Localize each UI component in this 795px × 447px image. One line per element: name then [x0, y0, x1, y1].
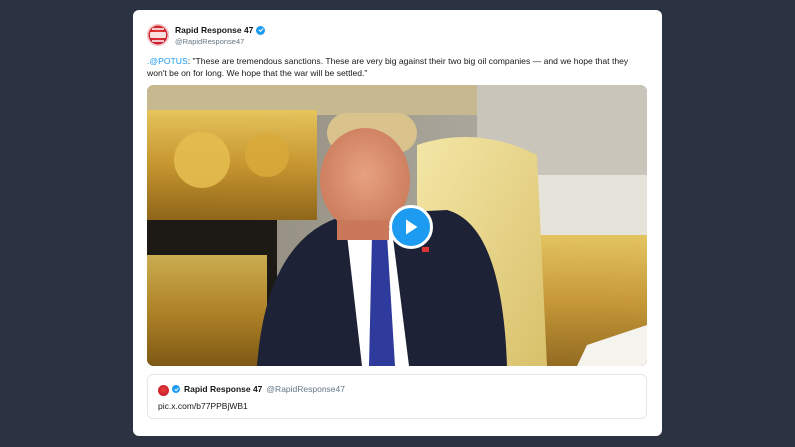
author-display-name[interactable]: Rapid Response 47: [175, 25, 253, 35]
verified-badge-icon: [256, 25, 266, 35]
quoted-verified-badge-icon: [172, 385, 180, 393]
play-button[interactable]: [389, 205, 433, 249]
quoted-author-avatar[interactable]: [158, 385, 169, 396]
tweet-text: .@POTUS: "These are tremendous sanctions…: [147, 55, 647, 79]
tweet-card: Rapid Response 47 @RapidResponse47 .@POT…: [133, 10, 662, 436]
quoted-media-link[interactable]: pic.x.com/b77PPBjWB1: [158, 401, 248, 411]
tweet-header: Rapid Response 47 @RapidResponse47: [147, 24, 547, 58]
video-player[interactable]: [147, 85, 647, 366]
quoted-display-name[interactable]: Rapid Response 47: [184, 384, 262, 394]
author-avatar[interactable]: [147, 24, 169, 46]
quoted-tweet[interactable]: Rapid Response 47 @RapidResponse47 pic.x…: [147, 374, 647, 419]
play-icon: [406, 219, 418, 235]
author-name-row: Rapid Response 47: [175, 25, 266, 35]
tweet-body: : "These are tremendous sanctions. These…: [147, 56, 629, 78]
mention-link[interactable]: .@POTUS: [147, 56, 188, 66]
quoted-handle[interactable]: @RapidResponse47: [266, 384, 345, 394]
author-handle[interactable]: @RapidResponse47: [175, 37, 244, 46]
quoted-author-row: Rapid Response 47 @RapidResponse47: [172, 384, 345, 394]
